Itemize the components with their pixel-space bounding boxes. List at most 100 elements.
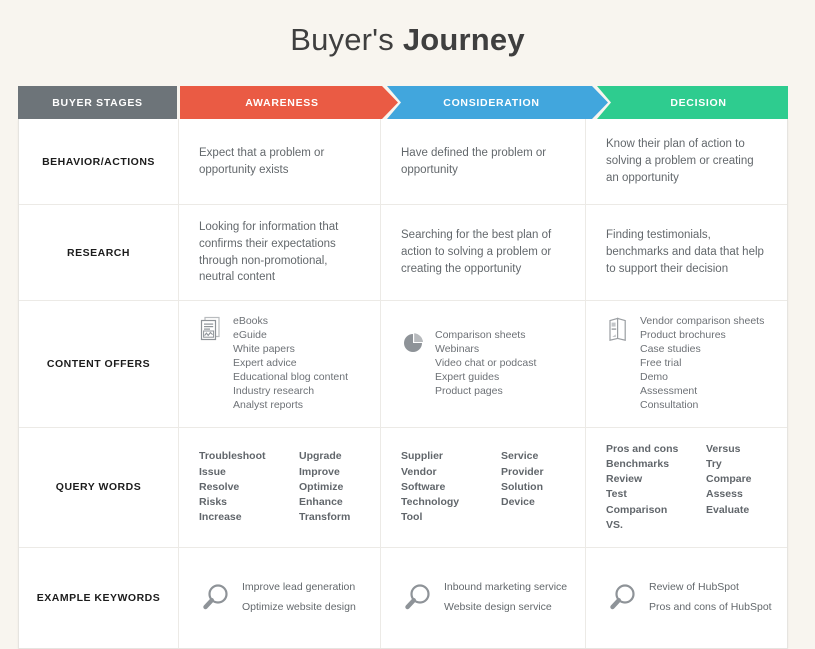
list-item: Website design service	[444, 601, 552, 614]
list-item: Benchmarks	[606, 458, 670, 471]
table-row-behavior-actions: BEHAVIOR/ACTIONS Expect that a problem o…	[19, 119, 787, 205]
content-offers-consideration-list: Comparison sheets Webinars Video chat or…	[435, 329, 536, 399]
table-row-research: RESEARCH Looking for information that co…	[19, 205, 787, 302]
list-item: eGuide	[233, 329, 267, 342]
list-item: Inbound marketing service	[444, 581, 568, 594]
cell-keywords-consideration: Inbound marketing service Website design…	[381, 548, 586, 649]
list-item: Provider	[501, 465, 544, 478]
header-decision: DECISION	[597, 86, 788, 119]
cell-behavior-awareness-text: Expect that a problem or opportunity exi…	[199, 146, 325, 176]
list-item: Industry research	[233, 384, 315, 397]
list-item: Technology	[401, 496, 460, 509]
list-item: White papers	[233, 343, 295, 356]
table-row-query-words: QUERY WORDS Troubleshoot Issue Resolve R…	[19, 427, 787, 549]
cell-behavior-decision: Know their plan of action to solving a p…	[586, 119, 787, 204]
cell-research-consideration: Searching for the best plan of action to…	[381, 205, 586, 301]
cell-behavior-awareness: Expect that a problem or opportunity exi…	[179, 119, 381, 204]
cell-content-awareness: eBooks eGuide White papers Expert advice…	[179, 301, 381, 427]
list-item: Pros and cons of HubSpot	[649, 601, 772, 614]
list-item: Expert advice	[233, 356, 297, 369]
list-item: Versus	[706, 442, 741, 455]
list-item: Comparison	[606, 503, 668, 516]
list-item: eBooks	[233, 315, 269, 328]
magnifying-glass-icon	[401, 581, 435, 615]
cell-behavior-consideration-text: Have defined the problem or opportunity	[401, 146, 547, 176]
list-item: Comparison sheets	[435, 329, 526, 342]
list-item: Pros and cons	[606, 442, 679, 455]
list-item: Enhance	[299, 496, 343, 509]
list-item: Service	[501, 450, 539, 463]
cell-research-awareness-text: Looking for information that confirms th…	[199, 221, 339, 284]
list-item: Case studies	[640, 343, 701, 356]
query-consideration-column-2: Service Provider Solution Device	[501, 449, 579, 525]
header-buyer-stages: BUYER STAGES	[18, 86, 177, 119]
query-decision-column-2: Versus Try Compare Assess Evaluate	[706, 442, 784, 533]
cell-content-decision: Vendor comparison sheets Product brochur…	[586, 301, 787, 427]
magnifying-glass-icon	[606, 581, 640, 615]
page-title-light: Buyer's	[290, 22, 403, 57]
list-item: Product pages	[435, 384, 503, 397]
brochure-icon	[606, 316, 630, 342]
list-item: Try	[706, 458, 722, 471]
table-row-example-keywords: EXAMPLE KEYWORDS Improve lead generation	[19, 548, 787, 649]
example-keywords-consideration-list: Inbound marketing service Website design…	[444, 578, 567, 618]
list-item: Solution	[501, 480, 543, 493]
buyers-journey-infographic: Buyer's Journey BUYER STAGES AWARENESS C…	[0, 0, 815, 649]
documents-report-icon	[199, 316, 223, 342]
table-row-content-offers: CONTENT OFFERS eBooks eGuide White paper…	[19, 301, 787, 428]
list-item: Educational blog content	[233, 370, 349, 383]
query-consideration-column-1: Supplier Vendor Software Technology Tool	[401, 449, 479, 525]
row-label-example-keywords: EXAMPLE KEYWORDS	[19, 548, 179, 649]
query-decision-column-1: Pros and cons Benchmarks Review Test Com…	[606, 442, 684, 533]
list-item: Device	[501, 496, 535, 509]
cell-query-awareness: Troubleshoot Issue Resolve Risks Increas…	[179, 427, 381, 548]
cell-query-consideration: Supplier Vendor Software Technology Tool…	[381, 427, 586, 548]
header-consideration: CONSIDERATION	[387, 86, 608, 119]
cell-research-awareness: Looking for information that confirms th…	[179, 205, 381, 301]
list-item: Issue	[199, 465, 226, 478]
list-item: VS.	[606, 518, 623, 531]
list-item: Tool	[401, 511, 423, 524]
list-item: Troubleshoot	[199, 450, 266, 463]
list-item: Free trial	[640, 356, 682, 369]
journey-header-row: BUYER STAGES AWARENESS CONSIDERATION DEC…	[18, 86, 788, 119]
list-item: Improve lead generation	[242, 581, 356, 594]
cell-query-decision: Pros and cons Benchmarks Review Test Com…	[586, 428, 787, 547]
magnifying-glass-icon	[199, 581, 233, 615]
journey-table-body: BEHAVIOR/ACTIONS Expect that a problem o…	[18, 119, 788, 649]
list-item: Risks	[199, 496, 228, 509]
list-item: Vendor comparison sheets	[640, 315, 765, 328]
row-label-query-words: QUERY WORDS	[19, 427, 179, 548]
header-consideration-label: CONSIDERATION	[443, 96, 540, 109]
cell-behavior-decision-text: Know their plan of action to solving a p…	[606, 138, 754, 184]
list-item: Evaluate	[706, 503, 750, 516]
list-item: Resolve	[199, 480, 240, 493]
cell-keywords-awareness: Improve lead generation Optimize website…	[179, 548, 381, 649]
example-keywords-decision-list: Review of HubSpot Pros and cons of HubSp…	[649, 578, 772, 618]
example-keywords-awareness-list: Improve lead generation Optimize website…	[242, 578, 356, 618]
list-item: Webinars	[435, 343, 480, 356]
query-awareness-column-1: Troubleshoot Issue Resolve Risks Increas…	[199, 449, 277, 525]
header-awareness: AWARENESS	[180, 86, 398, 119]
list-item: Transform	[299, 511, 351, 524]
cell-behavior-consideration: Have defined the problem or opportunity	[381, 119, 586, 204]
journey-table: BUYER STAGES AWARENESS CONSIDERATION DEC…	[18, 86, 788, 649]
list-item: Increase	[199, 511, 242, 524]
list-item: Review of HubSpot	[649, 581, 739, 594]
cell-research-decision: Finding testimonials, benchmarks and dat…	[586, 205, 787, 300]
header-awareness-label: AWARENESS	[245, 96, 319, 109]
list-item: Consultation	[640, 398, 699, 411]
pie-chart-icon	[401, 330, 425, 356]
list-item: Vendor	[401, 465, 437, 478]
row-label-research: RESEARCH	[19, 205, 179, 301]
list-item: Compare	[706, 473, 752, 486]
list-item: Upgrade	[299, 450, 342, 463]
list-item: Optimize website design	[242, 601, 356, 614]
list-item: Software	[401, 480, 446, 493]
query-awareness-column-2: Upgrade Improve Optimize Enhance Transfo…	[299, 449, 377, 525]
list-item: Assessment	[640, 384, 698, 397]
row-label-behavior-actions: BEHAVIOR/ACTIONS	[19, 119, 179, 204]
cell-research-decision-text: Finding testimonials, benchmarks and dat…	[606, 229, 764, 275]
page-title: Buyer's Journey	[0, 22, 815, 58]
list-item: Supplier	[401, 450, 444, 463]
